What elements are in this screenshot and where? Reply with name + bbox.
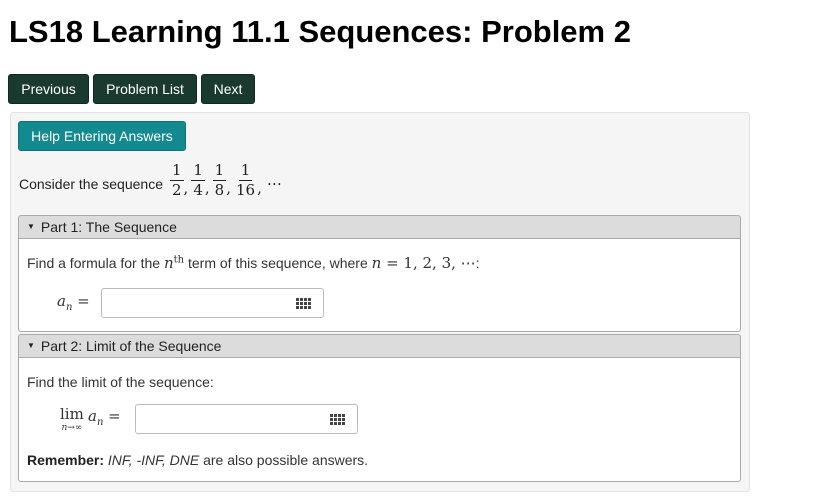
sequence-term: 1 4 (191, 161, 205, 199)
previous-button[interactable]: Previous (8, 74, 89, 104)
caret-down-icon: ▼ (27, 221, 35, 231)
sequence-expression: 1 2 , 1 4 , 1 8 , 1 16 , … (170, 161, 282, 199)
part-1-body (18, 239, 741, 332)
grid-icon (296, 297, 311, 309)
problem-list-button[interactable]: Problem List (93, 74, 197, 104)
part-1-header[interactable]: ▼ Part 1: The Sequence (18, 215, 741, 239)
help-entering-answers-button[interactable]: Help Entering Answers (18, 121, 186, 151)
part-1-answer-input[interactable] (101, 288, 285, 318)
sequence-term: 1 8 (212, 161, 227, 199)
grid-icon (330, 413, 345, 425)
part-1-prompt: Find a formula for the nth term of this … (27, 254, 480, 272)
part-2-answer-label: lim n→∞ an = (60, 405, 121, 433)
sequence-intro: Consider the sequence (19, 176, 163, 192)
part-2-header[interactable]: ▼ Part 2: Limit of the Sequence (18, 334, 741, 358)
sequence-term: 1 16 (235, 161, 256, 199)
remember-note: Remember: INF, -INF, DNE are also possib… (27, 452, 369, 468)
part-1-title: Part 1: The Sequence (40, 219, 177, 235)
next-button[interactable]: Next (201, 74, 255, 104)
part-2-answer-input[interactable] (135, 404, 319, 434)
part-1-equation-palette-button[interactable] (284, 288, 324, 318)
part-2-equation-palette-button[interactable] (318, 404, 358, 434)
part-2-prompt: Find the limit of the sequence: (27, 374, 214, 390)
sequence-ellipsis: … (266, 170, 282, 189)
part-2-title: Part 2: Limit of the Sequence (40, 338, 222, 354)
sequence-term: 1 2 (170, 161, 184, 199)
part-1-answer-label: an = (57, 292, 90, 313)
page-title: LS18 Learning 11.1 Sequences: Problem 2 (9, 14, 631, 49)
caret-down-icon: ▼ (27, 340, 35, 350)
